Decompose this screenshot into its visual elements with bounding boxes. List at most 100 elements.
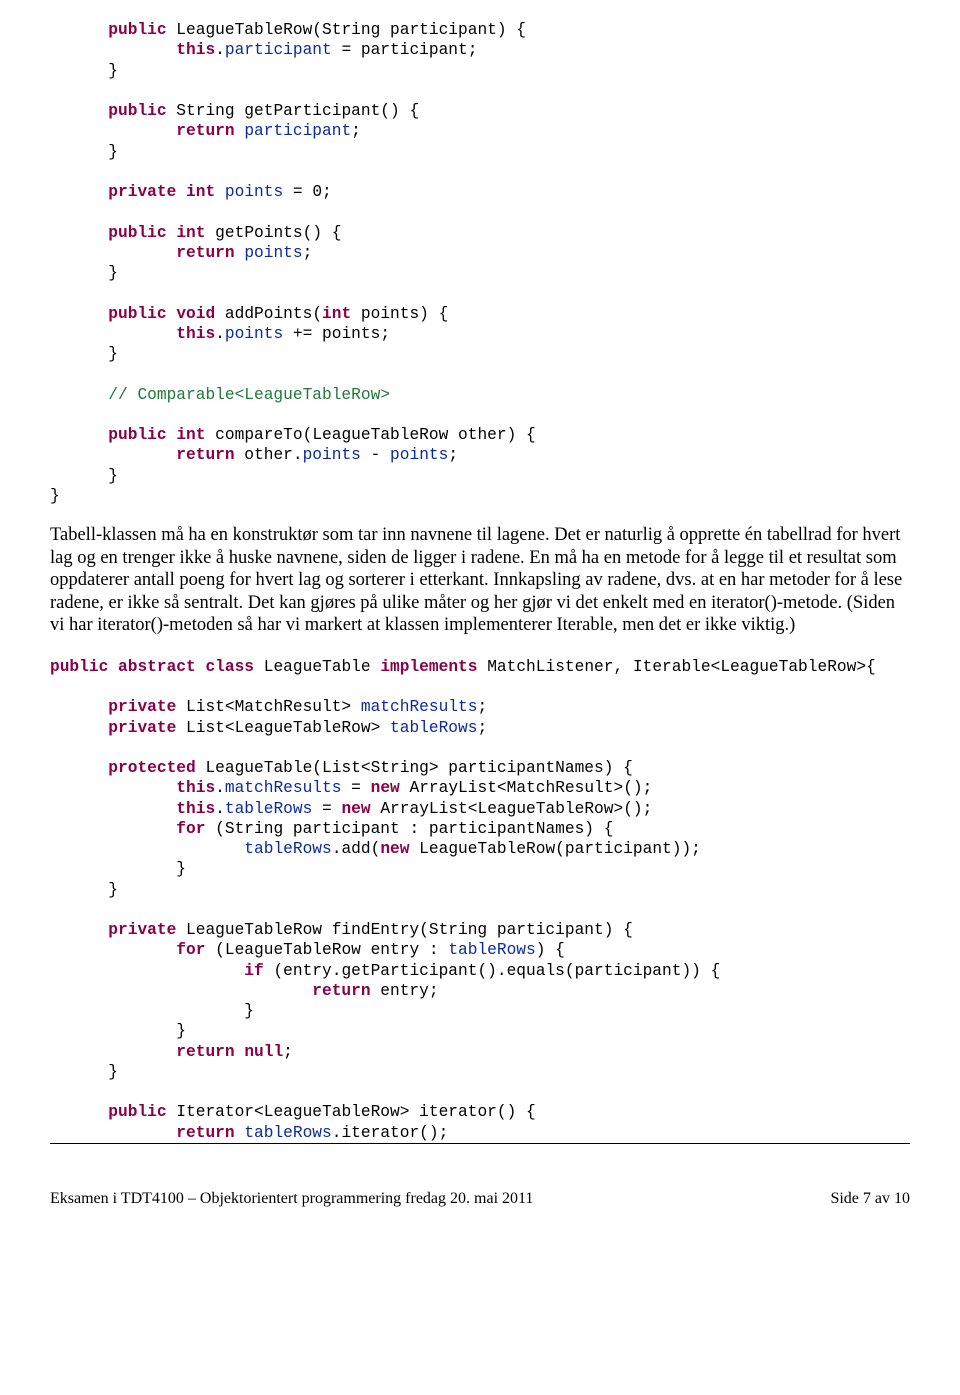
code-text: ArrayList<MatchResult>();: [400, 779, 653, 797]
kw: public: [108, 224, 166, 242]
code-text: LeagueTable: [254, 658, 380, 676]
code-text: += points;: [283, 325, 390, 343]
code-text: }: [108, 345, 118, 363]
kw: new: [380, 840, 409, 858]
code-text: (String participant : participantNames) …: [205, 820, 613, 838]
code-text: }: [176, 1022, 186, 1040]
field: tableRows: [244, 1124, 331, 1142]
code-text: .: [215, 41, 225, 59]
kw: public: [108, 305, 166, 323]
code-text: ArrayList<LeagueTableRow>();: [371, 800, 653, 818]
kw: return: [176, 446, 234, 464]
field: tableRows: [225, 800, 312, 818]
field: points: [390, 446, 448, 464]
code-text: = participant;: [332, 41, 478, 59]
code-text: [196, 658, 206, 676]
page-content: public LeagueTableRow(String participant…: [0, 0, 960, 1143]
code-text: [108, 658, 118, 676]
page-footer: Eksamen i TDT4100 – Objektorientert prog…: [0, 1184, 960, 1216]
kw: return: [176, 244, 234, 262]
code-text: ;: [283, 1043, 293, 1061]
kw: int: [322, 305, 351, 323]
code-text: List<LeagueTableRow>: [176, 719, 390, 737]
field: tableRows: [448, 941, 535, 959]
kw: this: [176, 41, 215, 59]
field: matchResults: [361, 698, 478, 716]
code-text: .: [215, 800, 225, 818]
code-text: .: [215, 779, 225, 797]
code-text: .: [215, 325, 225, 343]
code-text: ;: [477, 719, 487, 737]
code-block-2: public abstract class LeagueTable implem…: [50, 657, 910, 1143]
field: points: [244, 244, 302, 262]
kw: int: [176, 426, 205, 444]
kw: new: [341, 800, 370, 818]
code-text: }: [176, 860, 186, 878]
code-text: [235, 244, 245, 262]
code-text: = 0;: [283, 183, 332, 201]
kw: void: [176, 305, 215, 323]
code-text: }: [108, 881, 118, 899]
code-text: }: [108, 1063, 118, 1081]
kw: public: [108, 102, 166, 120]
kw: for: [176, 820, 205, 838]
code-text: (LeagueTableRow entry :: [205, 941, 448, 959]
field: tableRows: [390, 719, 477, 737]
kw: new: [371, 779, 400, 797]
field: points: [303, 446, 361, 464]
code-text: }: [108, 264, 118, 282]
kw: int: [186, 183, 215, 201]
code-text: getPoints() {: [205, 224, 341, 242]
code-text: }: [108, 62, 118, 80]
kw: class: [205, 658, 254, 676]
field: tableRows: [244, 840, 331, 858]
kw: implements: [380, 658, 477, 676]
code-block-1: public LeagueTableRow(String participant…: [50, 20, 910, 506]
field: participant: [244, 122, 351, 140]
code-text: points) {: [351, 305, 448, 323]
field: matchResults: [225, 779, 342, 797]
footer-rule: [50, 1143, 910, 1144]
code-text: LeagueTableRow findEntry(String particip…: [176, 921, 633, 939]
kw: private: [108, 921, 176, 939]
code-text: [235, 122, 245, 140]
code-text: -: [361, 446, 390, 464]
footer-right-text: Side 7 av 10: [830, 1190, 910, 1208]
code-text: [167, 426, 177, 444]
code-text: (entry.getParticipant().equals(participa…: [264, 962, 721, 980]
kw: this: [176, 325, 215, 343]
kw: int: [176, 224, 205, 242]
code-text: entry;: [371, 982, 439, 1000]
kw: public: [50, 658, 108, 676]
kw: return: [312, 982, 370, 1000]
field: points: [225, 183, 283, 201]
kw: return: [176, 1124, 234, 1142]
kw: this: [176, 800, 215, 818]
code-text: [215, 183, 225, 201]
comment: // Comparable<LeagueTableRow>: [108, 386, 390, 404]
code-text: List<MatchResult>: [176, 698, 361, 716]
code-text: }: [50, 487, 60, 505]
code-text: .add(: [332, 840, 381, 858]
kw: protected: [108, 759, 195, 777]
code-text: Iterator<LeagueTableRow> iterator() {: [167, 1103, 536, 1121]
kw: private: [108, 698, 176, 716]
code-text: LeagueTableRow(String participant) {: [167, 21, 526, 39]
kw: return: [176, 122, 234, 140]
code-text: ) {: [536, 941, 565, 959]
code-text: String getParticipant() {: [167, 102, 420, 120]
paragraph-1: Tabell-klassen må ha en konstruktør som …: [50, 524, 910, 637]
code-text: LeagueTable(List<String> participantName…: [196, 759, 633, 777]
code-text: [167, 224, 177, 242]
code-text: [167, 305, 177, 323]
code-text: ;: [303, 244, 313, 262]
kw: public: [108, 1103, 166, 1121]
code-text: =: [312, 800, 341, 818]
code-text: [235, 1043, 245, 1061]
code-text: other.: [235, 446, 303, 464]
code-text: ;: [448, 446, 458, 464]
kw: this: [176, 779, 215, 797]
kw: private: [108, 719, 176, 737]
code-text: .iterator();: [332, 1124, 449, 1142]
kw: null: [244, 1043, 283, 1061]
